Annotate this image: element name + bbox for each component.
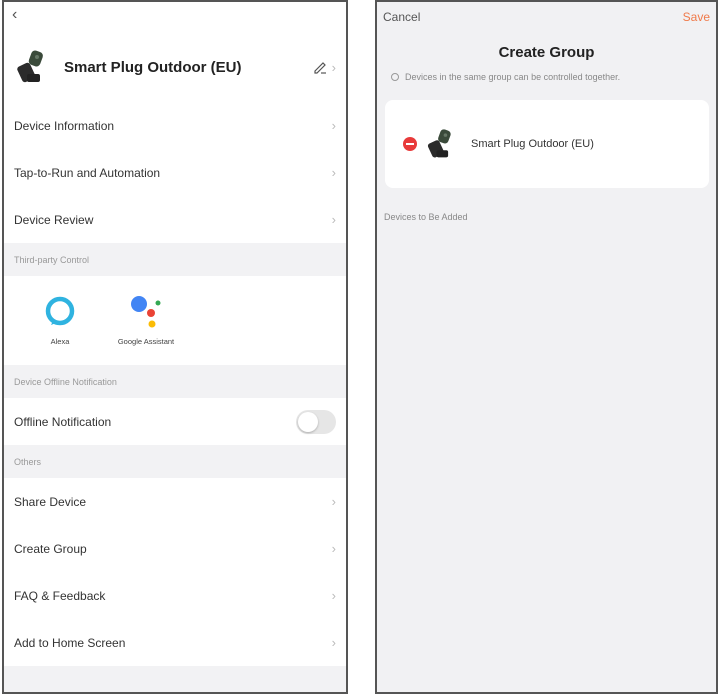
menu-list-others: Share Device › Create Group › FAQ & Feed…: [4, 478, 346, 666]
toggle-knob: [298, 411, 318, 432]
google-assistant-label: Google Assistant: [117, 337, 175, 346]
menu-item-label: Tap-to-Run and Automation: [14, 165, 161, 180]
menu-item-create-group[interactable]: Create Group ›: [4, 525, 346, 572]
remove-device-icon[interactable]: [403, 137, 417, 151]
top-bar: ‹: [4, 2, 346, 32]
menu-item-device-information[interactable]: Device Information ›: [4, 102, 346, 149]
smart-plug-image: [427, 129, 451, 158]
google-assistant-icon: [131, 296, 161, 328]
alexa-label: Alexa: [50, 337, 70, 346]
section-header-offline: Device Offline Notification: [4, 365, 346, 398]
chevron-right-icon: ›: [331, 59, 336, 75]
google-assistant-button[interactable]: Google Assistant: [110, 294, 182, 346]
page-title: Create Group: [498, 44, 595, 61]
create-group-screen: Cancel Save Create Group Devices in the …: [375, 0, 718, 694]
cancel-button[interactable]: Cancel: [383, 10, 420, 24]
chevron-right-icon: ›: [331, 165, 336, 180]
menu-item-faq-feedback[interactable]: FAQ & Feedback ›: [4, 572, 346, 619]
offline-notification-label: Offline Notification: [14, 414, 112, 429]
device-name: Smart Plug Outdoor (EU): [64, 58, 242, 76]
menu-item-label: Share Device: [14, 494, 87, 509]
alexa-icon: [45, 296, 75, 326]
save-button[interactable]: Save: [683, 10, 710, 24]
device-settings-screen: ‹ Smart Plug Outdoor (EU) › Device Infor…: [2, 0, 348, 694]
menu-list-top: Device Information › Tap-to-Run and Auto…: [4, 102, 346, 243]
menu-item-share-device[interactable]: Share Device ›: [4, 478, 346, 525]
menu-item-label: Device Information: [14, 118, 115, 133]
back-chevron-icon[interactable]: ‹: [12, 7, 17, 23]
chevron-right-icon: ›: [331, 635, 336, 650]
menu-item-label: FAQ & Feedback: [14, 588, 106, 603]
chevron-right-icon: ›: [331, 212, 336, 227]
chevron-right-icon: ›: [331, 118, 336, 133]
offline-section: Offline Notification: [4, 398, 346, 445]
menu-item-label: Device Review: [14, 212, 94, 227]
top-bar: Cancel Save: [377, 2, 716, 32]
menu-item-device-review[interactable]: Device Review ›: [4, 196, 346, 243]
group-info-text: Devices in the same group can be control…: [405, 72, 621, 82]
menu-item-label: Create Group: [14, 541, 87, 556]
section-header-third-party: Third-party Control: [4, 243, 346, 276]
chevron-right-icon: ›: [331, 494, 336, 509]
menu-item-label: Add to Home Screen: [14, 635, 126, 650]
menu-item-tap-to-run[interactable]: Tap-to-Run and Automation ›: [4, 149, 346, 196]
group-device-card: Smart Plug Outdoor (EU): [385, 100, 709, 188]
section-header-others: Others: [4, 445, 346, 478]
smart-plug-image: [17, 50, 43, 83]
device-header[interactable]: Smart Plug Outdoor (EU) ›: [4, 32, 346, 102]
offline-notification-row: Offline Notification: [4, 398, 346, 445]
group-info-note: Devices in the same group can be control…: [391, 72, 716, 82]
chevron-right-icon: ›: [331, 541, 336, 556]
offline-notification-toggle[interactable]: [296, 409, 336, 434]
group-device-name: Smart Plug Outdoor (EU): [471, 138, 594, 150]
info-icon: [391, 73, 399, 81]
edit-pencil-icon[interactable]: [312, 59, 328, 75]
third-party-control: Alexa Google Assistant: [4, 276, 346, 365]
menu-item-add-to-home[interactable]: Add to Home Screen ›: [4, 619, 346, 666]
alexa-button[interactable]: Alexa: [24, 294, 96, 346]
chevron-right-icon: ›: [331, 588, 336, 603]
devices-to-add-header: Devices to Be Added: [384, 212, 468, 222]
